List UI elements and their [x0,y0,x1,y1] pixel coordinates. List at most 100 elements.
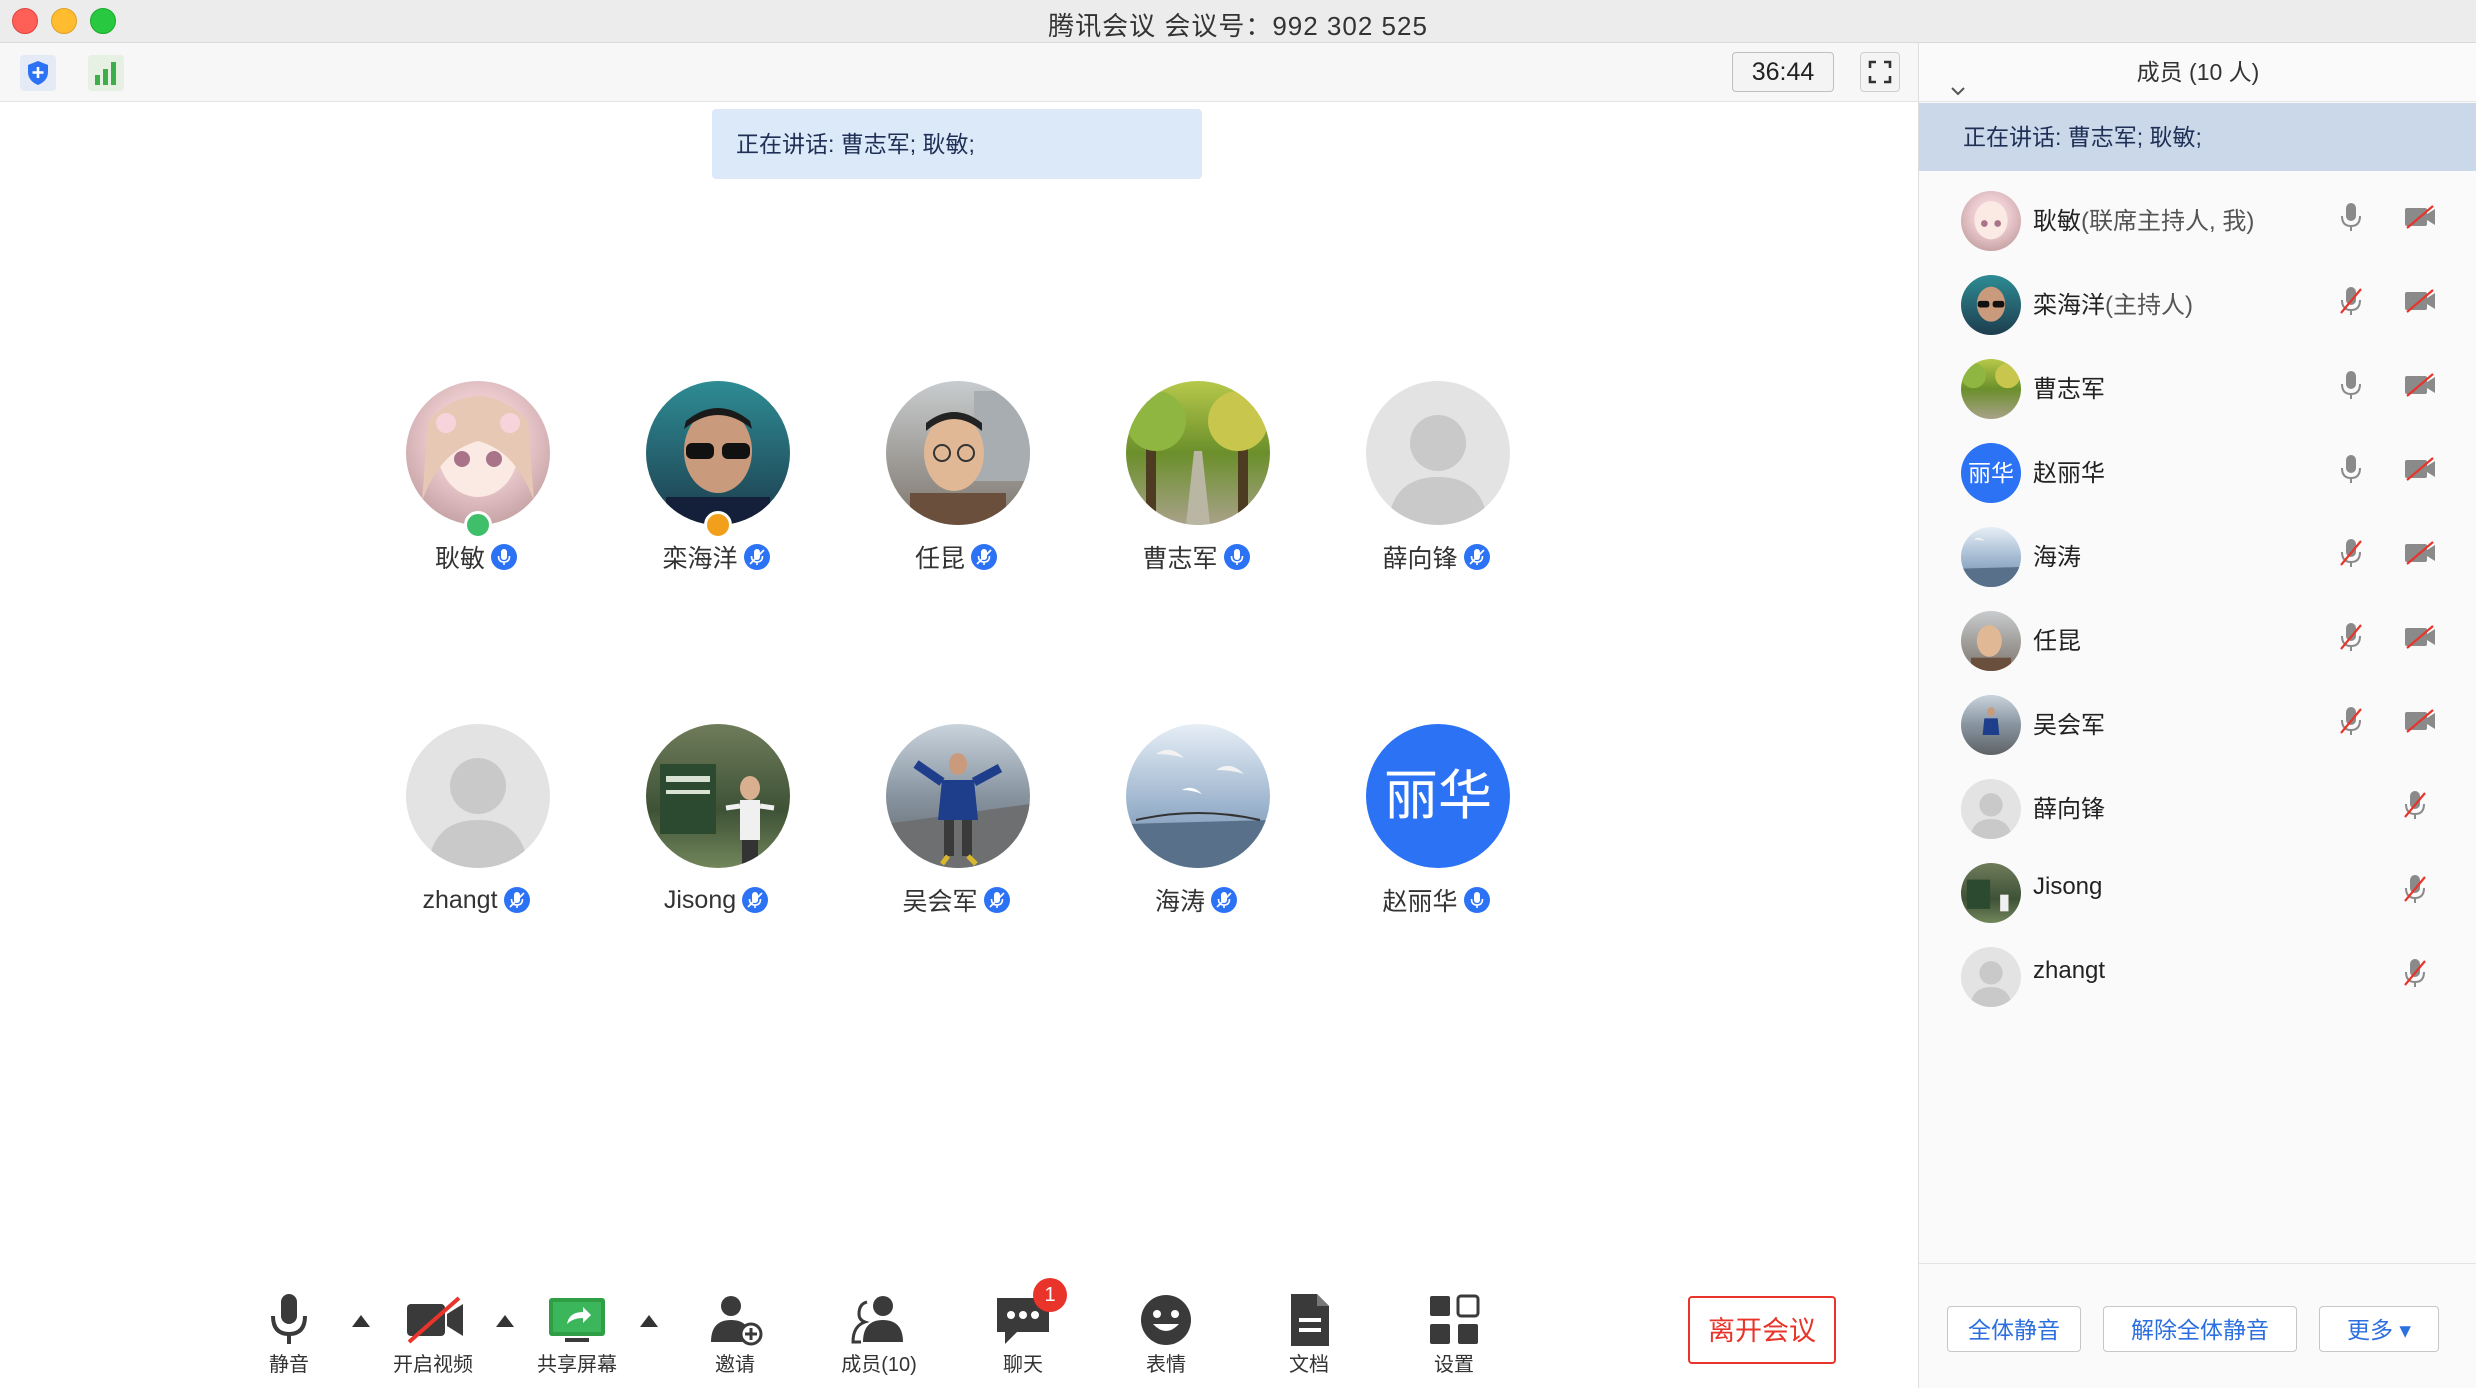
avatar [1126,724,1270,868]
bottom-toolbar: 静音 开启视频 共享屏幕 邀请 成员(10) 1 聊天 表情 文档 设置 离开会… [0,1240,1918,1388]
member-row[interactable]: Jisong [1919,845,2476,929]
mute-all-button[interactable]: 全体静音 [1947,1306,2081,1352]
speaking-banner: 正在讲话: 曹志军; 耿敏; [712,109,1202,179]
camera-off-icon[interactable] [2403,709,2437,733]
microphone-muted-icon[interactable] [2339,705,2363,737]
settings-button[interactable]: 设置 [1399,1240,1509,1380]
participant-tile[interactable]: 丽华 赵丽华 [1316,724,1556,944]
leave-meeting-button[interactable]: 离开会议 [1688,1296,1836,1364]
member-row[interactable]: 曹志军 [1919,341,2476,425]
participant-tile[interactable]: 栾海洋 [596,381,836,601]
participant-tile[interactable]: Jisong [596,724,836,944]
camera-off-icon[interactable] [2403,541,2437,565]
avatar [1961,275,2021,335]
meeting-main-area: 36:44 正在讲话: 曹志军; 耿敏; 耿敏 栾海洋 任昆 曹志军 薛向锋 z… [0,43,1918,1388]
members-button[interactable]: 成员(10) [824,1240,934,1380]
participant-tile[interactable]: 任昆 [836,381,1076,601]
member-row[interactable]: 耿敏(联席主持人, 我) [1919,173,2476,257]
shield-icon[interactable] [20,55,56,91]
microphone-muted-icon[interactable] [2339,537,2363,569]
fullscreen-icon[interactable] [1860,52,1900,92]
avatar [406,381,550,525]
mic-muted-icon [503,887,530,913]
participant-name: 赵丽华 [1382,888,1458,916]
settings-grid-icon [1424,1290,1484,1350]
video-options-caret-icon[interactable] [496,1315,514,1327]
participant-name: 海涛 [1154,888,1205,916]
member-role: (联席主持人, 我) [2081,208,2255,235]
member-row[interactable]: 任昆 [1919,593,2476,677]
member-role: (主持人) [2105,292,2193,319]
microphone-muted-icon[interactable] [2403,789,2427,821]
signal-strength-icon[interactable] [88,55,124,91]
microphone-icon[interactable] [2339,201,2363,233]
camera-off-icon[interactable] [2403,625,2437,649]
collapse-chevron-icon[interactable] [1949,63,1967,96]
window-title: 腾讯会议 会议号：992 302 525 [1048,11,1428,41]
participant-name: Jisong [663,885,737,914]
member-name: 曹志军 [2033,376,2105,403]
participant-tile[interactable]: 海涛 [1076,724,1316,944]
participant-tile[interactable]: 吴会军 [836,724,1076,944]
top-toolbar: 36:44 [0,43,1918,102]
members-panel: 成员 (10 人) 正在讲话: 曹志军; 耿敏; 耿敏(联席主持人, 我) 栾海… [1918,43,2476,1388]
chat-button[interactable]: 1 聊天 [968,1240,1078,1380]
invite-label: 邀请 [715,1354,755,1376]
video-label: 开启视频 [393,1354,473,1376]
share-options-caret-icon[interactable] [640,1315,658,1327]
cohost-badge-icon [464,511,492,539]
microphone-icon[interactable] [2339,453,2363,485]
member-row[interactable]: 吴会军 [1919,677,2476,761]
member-row[interactable]: 丽华 赵丽华 [1919,425,2476,509]
avatar [646,724,790,868]
mute-button[interactable]: 静音 [234,1240,344,1380]
member-row[interactable]: 海涛 [1919,509,2476,593]
microphone-icon[interactable] [2339,369,2363,401]
participant-tile[interactable]: zhangt [356,724,596,944]
window-title-bar: 腾讯会议 会议号：992 302 525 [0,0,2476,43]
participant-tile[interactable]: 耿敏 [356,381,596,601]
invite-button[interactable]: 邀请 [680,1240,790,1380]
camera-off-icon[interactable] [2403,289,2437,313]
mic-muted-icon [1463,544,1490,570]
member-name: 吴会军 [2033,712,2105,739]
share-screen-button[interactable]: 共享屏幕 [522,1240,632,1380]
mic-muted-icon [983,887,1010,913]
emoji-button[interactable]: 表情 [1111,1240,1221,1380]
camera-off-icon[interactable] [2403,205,2437,229]
microphone-muted-icon[interactable] [2403,957,2427,989]
avatar [886,724,1030,868]
default-avatar-icon [406,724,550,868]
participant-name: 曹志军 [1142,545,1218,573]
member-name: 赵丽华 [2033,460,2105,487]
mic-on-icon [1463,887,1490,913]
panel-footer: 全体静音 解除全体静音 更多 ▾ [1919,1263,2476,1389]
documents-label: 文档 [1289,1354,1329,1376]
member-row[interactable]: 栾海洋(主持人) [1919,257,2476,341]
camera-off-icon[interactable] [2403,457,2437,481]
start-video-button[interactable]: 开启视频 [378,1240,488,1380]
participant-tile[interactable]: 薛向锋 [1316,381,1556,601]
unmute-all-button[interactable]: 解除全体静音 [2103,1306,2297,1352]
avatar [1961,863,2021,923]
member-name: 任昆 [2033,628,2081,655]
mic-on-icon [491,544,517,570]
microphone-muted-icon[interactable] [2339,621,2363,653]
avatar [1961,191,2021,251]
member-name: Jisong [2033,873,2103,900]
participant-name: 任昆 [914,545,965,573]
member-row[interactable]: 薛向锋 [1919,761,2476,845]
more-button[interactable]: 更多 ▾ [2319,1306,2439,1352]
microphone-muted-icon[interactable] [2403,873,2427,905]
participant-tile[interactable]: 曹志军 [1076,381,1316,601]
documents-button[interactable]: 文档 [1254,1240,1364,1380]
participant-name: 栾海洋 [662,545,738,573]
share-screen-icon [547,1290,607,1350]
camera-off-icon[interactable] [2403,373,2437,397]
panel-speaking-banner: 正在讲话: 曹志军; 耿敏; [1919,103,2476,171]
avatar [1961,527,2021,587]
mute-options-caret-icon[interactable] [352,1315,370,1327]
avatar [1961,611,2021,671]
microphone-muted-icon[interactable] [2339,285,2363,317]
member-row[interactable]: zhangt [1919,929,2476,1013]
